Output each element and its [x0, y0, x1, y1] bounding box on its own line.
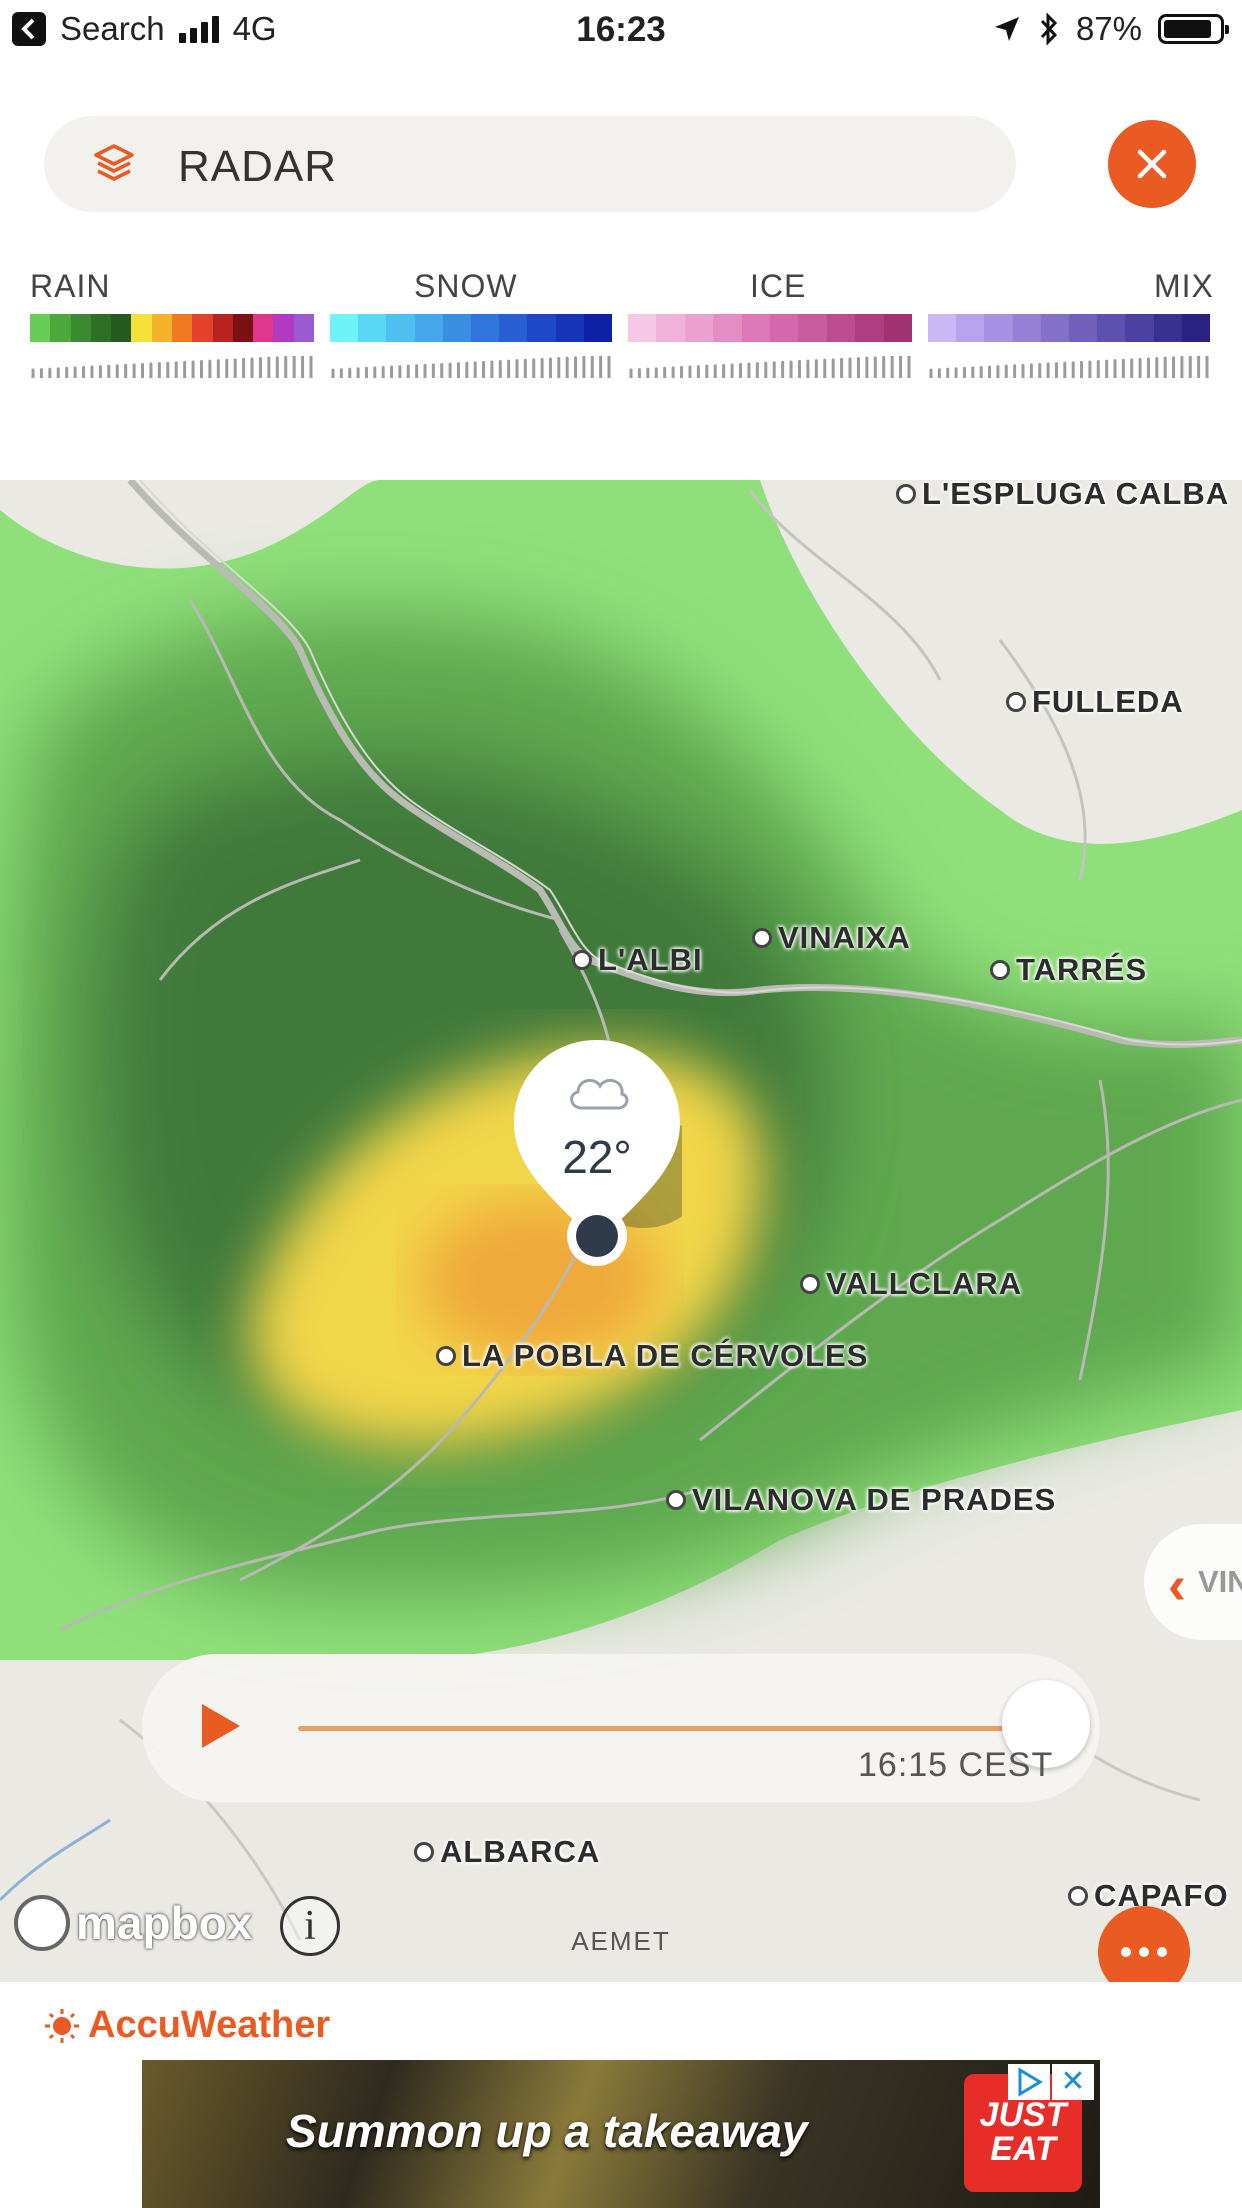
side-town-label: VIN: [1198, 1564, 1242, 1599]
status-bar: Search 4G 16:23 87%: [0, 0, 1242, 64]
play-button[interactable]: [202, 1704, 240, 1748]
legend-swatch: [442, 314, 472, 342]
legend-swatch: [656, 314, 685, 342]
legend-swatch: [386, 314, 415, 342]
map-town-label[interactable]: L'ESPLUGA CALBA: [896, 480, 1229, 512]
legend-swatch: [253, 314, 274, 342]
map-town-label[interactable]: TARRÉS: [990, 952, 1147, 988]
legend-swatch: [583, 314, 613, 342]
map-town-label[interactable]: FULLEDA: [1006, 684, 1184, 720]
ad-brand-line2: EAT: [990, 2130, 1056, 2168]
legend-swatch: [555, 314, 584, 342]
legend-swatch: [358, 314, 387, 342]
legend-swatch: [1040, 314, 1070, 342]
battery-icon: [1158, 14, 1229, 44]
adchoices-icon[interactable]: [1008, 2064, 1050, 2100]
brand-name: AccuWeather: [88, 2004, 331, 2046]
legend-swatch: [1125, 314, 1154, 342]
legend-swatch: [212, 314, 233, 342]
chevron-left-icon: ‹: [1168, 1555, 1186, 1615]
legend-swatch: [131, 314, 152, 342]
legend-swatch: [273, 314, 294, 342]
location-arrow-icon: [994, 17, 1019, 41]
legend-swatch: [70, 314, 91, 342]
legend-swatch: [527, 314, 556, 342]
accuweather-logo: AccuWeather: [44, 2004, 330, 2047]
legend-swatch: [330, 314, 359, 342]
map-town-label[interactable]: LA POBLA DE CÉRVOLES: [436, 1338, 868, 1374]
legend-swatch: [770, 314, 799, 342]
legend-swatch: [192, 314, 213, 342]
legend-swatch: [984, 314, 1013, 342]
cloud-icon: [570, 1078, 629, 1110]
sun-icon: [45, 2008, 79, 2043]
bluetooth-icon: [1040, 12, 1058, 46]
close-button[interactable]: [1108, 120, 1196, 208]
legend-swatch: [471, 314, 500, 342]
layers-icon[interactable]: [90, 140, 138, 188]
legend-ticks-snow: [331, 356, 611, 378]
legend-swatch: [1097, 314, 1126, 342]
map-town-label[interactable]: VALLCLARA: [800, 1266, 1022, 1302]
legend-bar-mix: [928, 314, 1211, 342]
legend-ticks-mix: [929, 356, 1209, 378]
location-pin[interactable]: 22°: [512, 1038, 707, 1278]
legend-title-ice: ICE: [750, 268, 807, 304]
legend-swatch: [741, 314, 771, 342]
legend-swatch: [855, 314, 884, 342]
legend-swatch: [928, 314, 957, 342]
footer: AccuWeather Summon up a takeaway JUST EA…: [0, 1982, 1242, 2208]
ad-banner[interactable]: Summon up a takeaway JUST EAT ✕: [142, 2060, 1100, 2208]
legend-title-snow: SNOW: [414, 268, 518, 304]
legend-swatch: [1012, 314, 1041, 342]
legend-swatch: [956, 314, 985, 342]
legend-swatch: [1181, 314, 1211, 342]
legend-swatch: [684, 314, 714, 342]
legend-swatch: [1069, 314, 1098, 342]
ad-brand-line1: JUST: [979, 2096, 1067, 2134]
legend-bar-rain: [30, 314, 314, 342]
legend-bar-ice: [628, 314, 913, 342]
legend-swatch: [499, 314, 528, 342]
timeline-track[interactable]: [298, 1726, 1054, 1731]
dot-icon: [1157, 1947, 1167, 1957]
data-attribution: AEMET: [571, 1926, 671, 1956]
map-town-label[interactable]: L'ALBI: [572, 942, 703, 978]
legend-swatch: [713, 314, 742, 342]
legend-swatch: [798, 314, 827, 342]
radar-player: 16:15 CEST: [142, 1654, 1100, 1802]
legend-swatch: [151, 314, 172, 342]
layer-title: RADAR: [178, 142, 338, 191]
timeline-time: 16:15 CEST: [858, 1746, 1054, 1784]
legend-swatch: [414, 314, 443, 342]
legend-swatch: [50, 314, 71, 342]
map-town-label[interactable]: ALBARCA: [414, 1834, 600, 1870]
battery-percent: 87%: [1075, 10, 1142, 47]
legend-swatch: [111, 314, 132, 342]
legend-ticks-rain: [31, 356, 313, 378]
legend-bar-snow: [330, 314, 613, 342]
legend-swatch: [90, 314, 112, 342]
legend-swatch: [171, 314, 193, 342]
legend-swatch: [628, 314, 657, 342]
legend-title-mix: MIX: [1154, 268, 1214, 304]
pin-temperature: 22°: [562, 1131, 632, 1183]
legend-title-rain: RAIN: [30, 268, 111, 304]
legend-swatch: [30, 314, 51, 342]
legend-swatch: [1153, 314, 1182, 342]
legend-swatch: [883, 314, 913, 342]
ad-text: Summon up a takeaway: [286, 2105, 808, 2157]
map-town-label[interactable]: VILANOVA DE PRADES: [666, 1482, 1056, 1518]
legend-swatch: [232, 314, 254, 342]
layer-search-bar[interactable]: RADAR: [44, 116, 1016, 212]
legend-swatch: [826, 314, 856, 342]
map-town-label[interactable]: VINAIXA: [752, 920, 911, 956]
legend-ticks-ice: [629, 356, 911, 378]
dot-icon: [1121, 1947, 1131, 1957]
dot-icon: [1139, 1947, 1149, 1957]
radar-panel: RADAR RAIN SNOW ICE MIX: [0, 64, 1242, 504]
ad-close-button[interactable]: ✕: [1052, 2064, 1094, 2100]
close-icon: [1137, 149, 1167, 179]
legend-swatch: [293, 314, 314, 342]
